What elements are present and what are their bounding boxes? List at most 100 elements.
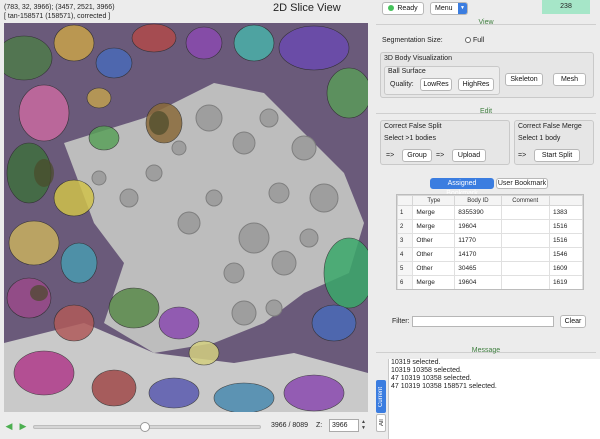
body-visualization-title: 3D Body Visualization bbox=[384, 55, 452, 62]
type-cell[interactable]: Other bbox=[412, 233, 456, 248]
segmentation-size-option[interactable]: Full bbox=[465, 37, 484, 44]
clear-button[interactable]: Clear bbox=[560, 315, 586, 328]
comment-cell[interactable] bbox=[500, 205, 550, 220]
column-header[interactable]: Type bbox=[412, 195, 456, 206]
selection-counter: 238 bbox=[542, 0, 590, 14]
skeleton-button[interactable]: Skeleton bbox=[505, 73, 543, 86]
table-row[interactable]: 4 Other 14170 1546 bbox=[397, 247, 583, 262]
table-row[interactable]: 3 Other 11770 1516 bbox=[397, 233, 583, 248]
comment-cell[interactable] bbox=[500, 261, 550, 276]
message-line: 47 10319 10358 158571 selected. bbox=[391, 383, 497, 390]
type-cell[interactable]: Merge bbox=[412, 205, 456, 220]
upload-button[interactable]: Upload bbox=[452, 149, 486, 162]
type-cell[interactable]: Merge bbox=[412, 275, 456, 289]
row-number: 3 bbox=[397, 233, 414, 248]
mesh-button[interactable]: Mesh bbox=[553, 73, 586, 86]
body-id-cell[interactable]: 14170 bbox=[454, 247, 502, 262]
table-header-row: Type Body ID Comment bbox=[397, 195, 583, 206]
extra-cell[interactable]: 1619 bbox=[548, 275, 583, 289]
extra-cell[interactable]: 1516 bbox=[548, 219, 583, 234]
status-dot-icon bbox=[388, 5, 395, 11]
start-split-button[interactable]: Start Split bbox=[534, 149, 580, 162]
segmentation-image[interactable] bbox=[4, 23, 368, 412]
arrow-1: => bbox=[386, 152, 395, 159]
group-button[interactable]: Group bbox=[402, 149, 432, 162]
message-log: 10319 selected. 10319 10358 selected. 47… bbox=[388, 359, 600, 439]
tab-current[interactable]: Current bbox=[376, 380, 386, 413]
table-row[interactable]: 6 Merge 19604 1619 bbox=[397, 275, 583, 289]
type-cell[interactable]: Merge bbox=[412, 219, 456, 234]
body-id-cell[interactable]: 19604 bbox=[454, 219, 502, 234]
type-cell[interactable]: Other bbox=[412, 247, 456, 262]
false-split-title: Correct False Split bbox=[384, 123, 442, 130]
comment-cell[interactable] bbox=[500, 247, 550, 262]
row-number-header bbox=[397, 195, 414, 206]
tab-current-label: Current bbox=[378, 386, 384, 407]
arrow-3: => bbox=[518, 152, 527, 159]
ready-button[interactable]: Ready bbox=[382, 2, 424, 15]
comment-cell[interactable] bbox=[500, 275, 550, 289]
comment-cell[interactable] bbox=[500, 219, 550, 234]
slice-view-pane: (783, 32, 3966); (3457, 2521, 3966) [ ta… bbox=[0, 0, 372, 439]
table-row[interactable]: 2 Merge 19604 1516 bbox=[397, 219, 583, 234]
full-option-label: Full bbox=[473, 37, 485, 44]
false-merge-hint: Select 1 body bbox=[518, 135, 561, 142]
tab-all[interactable]: All bbox=[376, 414, 386, 432]
tab-all-label: All bbox=[379, 419, 385, 427]
table-row[interactable]: 1 Merge 8355390 1383 bbox=[397, 205, 583, 220]
column-header[interactable] bbox=[548, 195, 583, 206]
message-line: 10319 selected. bbox=[391, 359, 441, 366]
filter-label: Filter: bbox=[392, 318, 410, 325]
segmentation-canvas[interactable] bbox=[4, 23, 368, 412]
type-cell[interactable]: Other bbox=[412, 261, 456, 276]
ball-surface-label: Ball Surface bbox=[388, 68, 426, 75]
row-number: 1 bbox=[397, 205, 414, 220]
control-panel: Ready Menu ▼ 238 View Segmentation Size: … bbox=[372, 0, 600, 439]
message-section-title: Message bbox=[471, 347, 501, 354]
menu-label: Menu bbox=[435, 5, 453, 12]
coordinate-readout: (783, 32, 3966); (3457, 2521, 3966) [ ta… bbox=[4, 3, 115, 21]
z-label: Z: bbox=[316, 422, 323, 429]
column-header[interactable]: Comment bbox=[500, 195, 550, 206]
z-stepper-icon[interactable]: ▲ ▼ bbox=[361, 419, 368, 432]
table-row[interactable]: 5 Other 30465 1609 bbox=[397, 261, 583, 276]
chevron-down-icon: ▼ bbox=[458, 3, 467, 14]
row-number: 4 bbox=[397, 247, 414, 262]
column-header[interactable]: Body ID bbox=[454, 195, 502, 206]
row-number: 5 bbox=[397, 261, 414, 276]
extra-cell[interactable]: 1516 bbox=[548, 233, 583, 248]
slice-count: 3966 / 8089 bbox=[271, 422, 308, 429]
body-id-cell[interactable]: 19604 bbox=[454, 275, 502, 289]
tab-user-bookmark[interactable]: User Bookmark bbox=[496, 178, 548, 189]
quality-label: Quality: bbox=[390, 81, 414, 88]
row-number: 6 bbox=[397, 275, 414, 289]
z-input[interactable]: 3966 bbox=[329, 419, 359, 432]
filter-input[interactable] bbox=[412, 316, 554, 327]
menu-select[interactable]: Menu ▼ bbox=[430, 2, 468, 15]
false-split-hint: Select >1 bodies bbox=[384, 135, 436, 142]
slice-slider-thumb[interactable] bbox=[139, 422, 150, 432]
message-line: 47 10319 10358 selected. bbox=[391, 375, 472, 382]
coords-line-2: [ tan-158571 (158571), corrected ] bbox=[4, 13, 111, 20]
segmentation-size-label: Segmentation Size: bbox=[382, 37, 443, 44]
highres-button[interactable]: HighRes bbox=[458, 78, 494, 91]
message-line: 10319 10358 selected. bbox=[391, 367, 462, 374]
lowres-button[interactable]: LowRes bbox=[420, 78, 452, 91]
next-slice-icon[interactable]: ▶ bbox=[18, 421, 28, 431]
row-number: 2 bbox=[397, 219, 414, 234]
extra-cell[interactable]: 1609 bbox=[548, 261, 583, 276]
body-id-cell[interactable]: 11770 bbox=[454, 233, 502, 248]
ready-label: Ready bbox=[397, 5, 418, 12]
edit-section-title: Edit bbox=[479, 108, 493, 115]
view-section-title: View bbox=[478, 19, 494, 26]
extra-cell[interactable]: 1383 bbox=[548, 205, 583, 220]
false-merge-title: Correct False Merge bbox=[518, 123, 582, 130]
prev-slice-icon[interactable]: ◀ bbox=[4, 421, 14, 431]
body-id-cell[interactable]: 8355390 bbox=[454, 205, 502, 220]
tab-assigned-bookmark[interactable]: Assigned Bookmark bbox=[430, 178, 494, 197]
slice-view-title: 2D Slice View bbox=[273, 2, 341, 14]
extra-cell[interactable]: 1546 bbox=[548, 247, 583, 262]
bookmark-table: Type Body ID Comment 1 Merge 8355390 138… bbox=[396, 194, 584, 290]
comment-cell[interactable] bbox=[500, 233, 550, 248]
body-id-cell[interactable]: 30465 bbox=[454, 261, 502, 276]
